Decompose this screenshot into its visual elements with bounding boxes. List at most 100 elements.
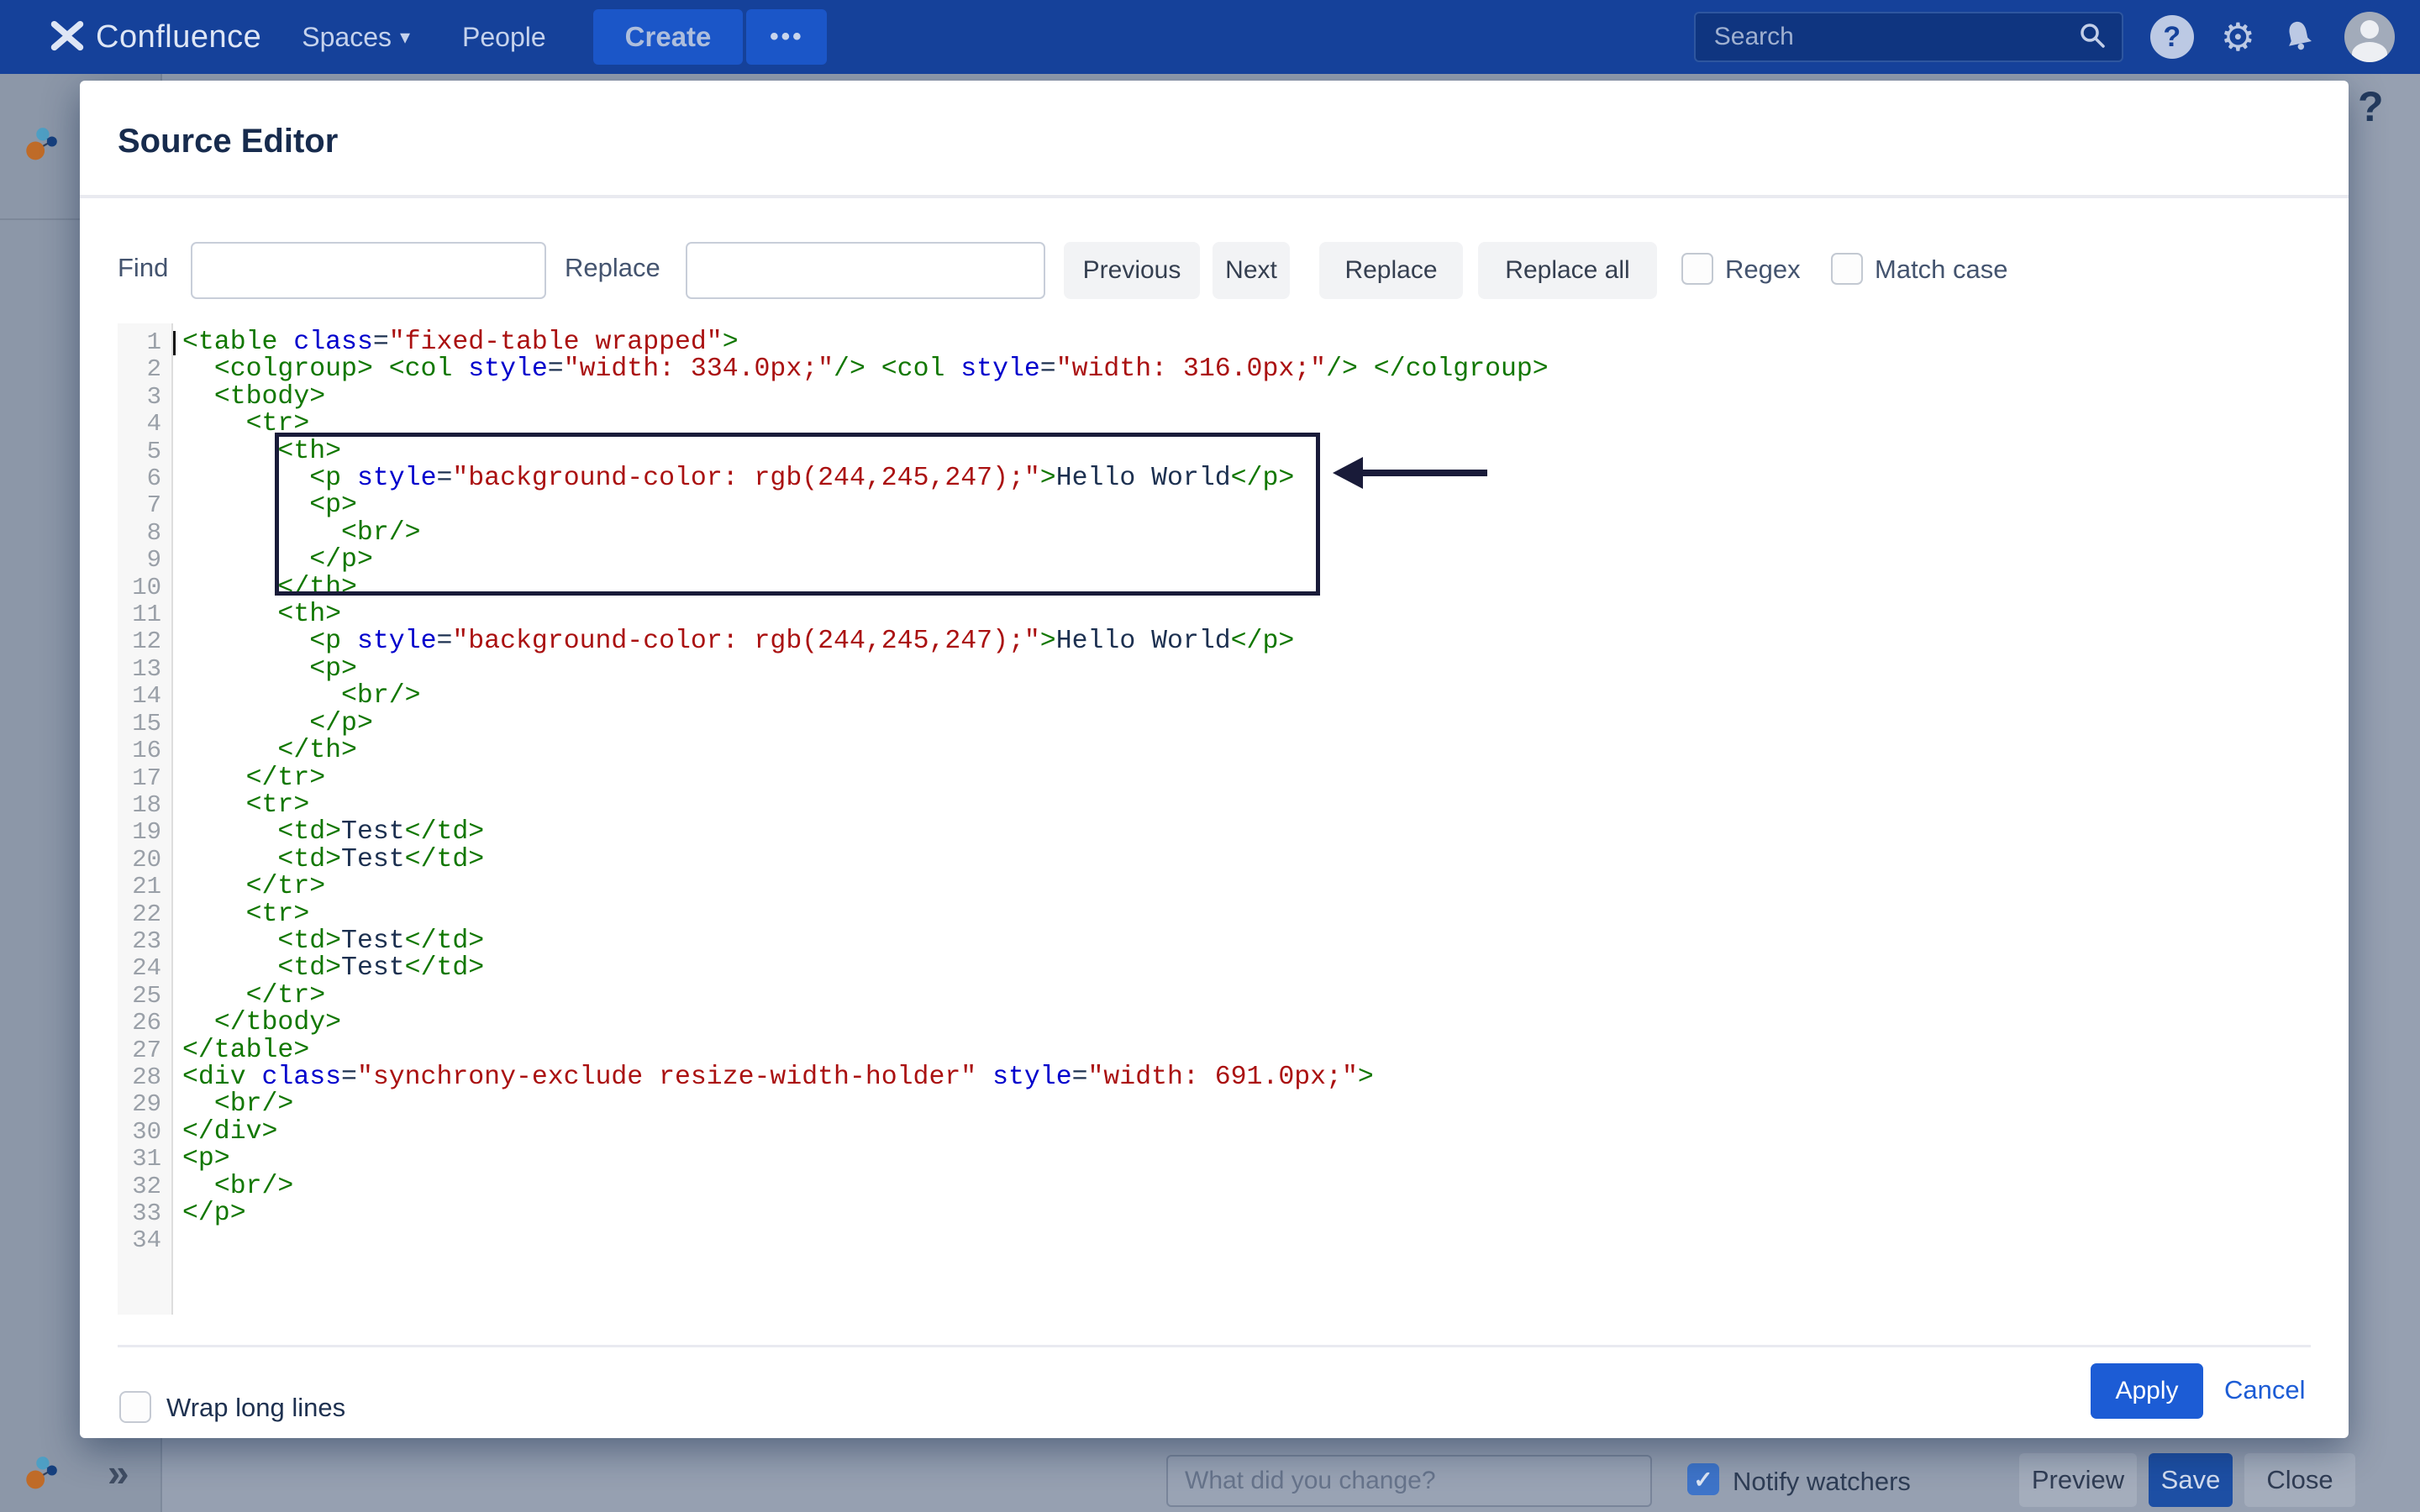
chevron-down-icon: ▾ [400,25,410,50]
line-number: 4 [118,411,171,438]
line-number: 22 [118,901,171,928]
code-line[interactable]: <td>Test</td> [182,819,2312,846]
code-line[interactable]: <p style="background-color: rgb(244,245,… [182,628,2312,655]
line-number: 18 [118,792,171,819]
find-input[interactable] [191,242,546,299]
line-number: 20 [118,847,171,874]
line-number: 33 [118,1200,171,1227]
cancel-button[interactable]: Cancel [2224,1375,2306,1405]
line-number: 19 [118,819,171,846]
code-line[interactable]: <br/> [182,1173,2312,1200]
replace-button[interactable]: Replace [1319,242,1463,299]
code-line[interactable]: <th> [182,601,2312,628]
code-line[interactable]: </p> [182,1200,2312,1227]
search-icon[interactable] [2078,21,2107,54]
settings-button[interactable]: ⚙ [2221,18,2255,56]
regex-checkbox[interactable] [1681,253,1713,285]
source-editor-dialog: Source Editor Find Replace Previous Next… [80,81,2349,1438]
code-editor[interactable]: 1234567891011121314151617181920212223242… [118,323,2312,1315]
line-number: 32 [118,1173,171,1200]
line-number: 14 [118,683,171,710]
line-number: 26 [118,1010,171,1037]
regex-label: Regex [1725,255,1801,285]
code-line[interactable]: </p> [182,547,2312,574]
match-case-label: Match case [1875,255,2008,285]
line-number: 15 [118,711,171,738]
save-button[interactable]: Save [2149,1453,2233,1507]
preview-button[interactable]: Preview [2019,1453,2137,1507]
code-line[interactable]: </tr> [182,874,2312,900]
line-number: 27 [118,1037,171,1064]
sidebar-expand-icon[interactable]: » [108,1450,129,1495]
code-line[interactable]: <td>Test</td> [182,847,2312,874]
code-line[interactable]: </table> [182,1037,2312,1064]
line-number: 21 [118,874,171,900]
code-line[interactable]: <p> [182,492,2312,519]
replace-input[interactable] [686,242,1045,299]
code-line[interactable]: <p> [182,656,2312,683]
code-line[interactable]: </div> [182,1119,2312,1146]
code-line[interactable]: </tr> [182,765,2312,792]
more-button[interactable]: ••• [746,9,827,65]
line-number: 3 [118,384,171,411]
user-avatar[interactable] [2344,12,2395,62]
brand-title: Confluence [96,19,261,55]
code-line[interactable]: <td>Test</td> [182,955,2312,982]
space-logo-icon[interactable] [24,1455,64,1499]
line-number: 29 [118,1091,171,1118]
help-button[interactable]: ? [2150,15,2194,59]
code-lines[interactable]: <table class="fixed-table wrapped"> <col… [175,323,2312,1315]
apply-button[interactable]: Apply [2091,1363,2203,1419]
line-number: 28 [118,1064,171,1091]
line-number: 8 [118,520,171,547]
code-line[interactable]: <tr> [182,411,2312,438]
previous-button[interactable]: Previous [1064,242,1200,299]
line-number: 17 [118,765,171,792]
code-line[interactable]: <div class="synchrony-exclude resize-wid… [182,1064,2312,1091]
code-line[interactable]: <th> [182,438,2312,465]
code-line[interactable]: <br/> [182,1091,2312,1118]
match-case-checkbox[interactable] [1831,253,1863,285]
code-line[interactable]: <td>Test</td> [182,928,2312,955]
top-nav: Confluence Spaces ▾ People Create ••• ? … [0,0,2420,74]
code-line[interactable]: <br/> [182,520,2312,547]
code-line[interactable]: </th> [182,575,2312,601]
code-line[interactable]: </th> [182,738,2312,764]
confluence-logo[interactable]: Confluence [49,17,261,58]
line-number: 6 [118,465,171,492]
code-line[interactable]: <tr> [182,792,2312,819]
nav-people[interactable]: People [462,22,546,53]
page-help-icon[interactable]: ? [2358,82,2384,131]
code-line[interactable]: <p> [182,1146,2312,1173]
nav-spaces[interactable]: Spaces ▾ [302,22,410,53]
notifications-button[interactable] [2279,15,2319,59]
code-line[interactable] [182,1227,2312,1254]
close-button[interactable]: Close [2244,1453,2355,1507]
code-line[interactable]: <colgroup> <col style="width: 334.0px;"/… [182,356,2312,383]
wrap-long-lines-checkbox[interactable] [119,1391,151,1423]
code-line[interactable]: </tr> [182,983,2312,1010]
line-number: 25 [118,983,171,1010]
code-line[interactable]: <br/> [182,683,2312,710]
dialog-title: Source Editor [118,123,338,160]
code-line[interactable]: <tbody> [182,384,2312,411]
replace-all-button[interactable]: Replace all [1478,242,1657,299]
line-number: 24 [118,955,171,982]
space-logo-icon[interactable] [24,126,64,171]
code-line[interactable]: </tbody> [182,1010,2312,1037]
code-line[interactable]: </p> [182,711,2312,738]
create-button[interactable]: Create [593,9,744,65]
search-box[interactable] [1694,12,2123,62]
code-line[interactable]: <table class="fixed-table wrapped"> [182,329,2312,356]
line-number: 34 [118,1227,171,1254]
change-comment-input[interactable] [1166,1455,1652,1507]
replace-label: Replace [565,253,660,283]
line-number: 1 [118,329,171,356]
next-button[interactable]: Next [1213,242,1290,299]
search-input[interactable] [1714,23,2078,51]
code-line[interactable]: <p style="background-color: rgb(244,245,… [182,465,2312,492]
text-cursor [173,331,176,355]
code-line[interactable]: <tr> [182,901,2312,928]
line-number: 12 [118,628,171,655]
notify-watchers-checkbox[interactable]: ✓ [1687,1463,1719,1495]
